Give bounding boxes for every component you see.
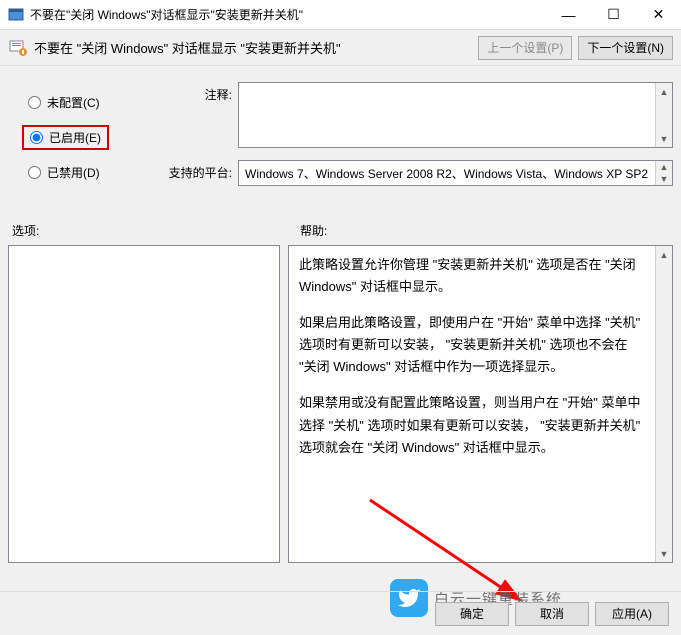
- options-label: 选项:: [8, 222, 288, 239]
- panels-area: 此策略设置允许你管理 "安装更新并关机" 选项是否在 "关闭 Windows" …: [0, 245, 681, 563]
- info-column: 注释: ▲ ▼ 支持的平台: Windows 7、Windows Server …: [168, 82, 673, 198]
- radio-enabled-input[interactable]: [30, 131, 43, 144]
- help-label: 帮助:: [288, 222, 673, 239]
- help-scrollbar[interactable]: ▲ ▼: [655, 246, 672, 562]
- radio-unconfigured-input[interactable]: [28, 96, 41, 109]
- comment-scrollbar[interactable]: ▲ ▼: [655, 83, 672, 147]
- scroll-down-icon[interactable]: ▼: [656, 173, 672, 185]
- radio-enabled[interactable]: 已启用(E): [30, 129, 101, 146]
- window-controls: — ☐ ✕: [546, 0, 681, 30]
- radio-enabled-label: 已启用(E): [49, 129, 101, 146]
- minimize-button[interactable]: —: [546, 0, 591, 30]
- scroll-down-icon[interactable]: ▼: [656, 130, 672, 147]
- platform-scrollbar[interactable]: ▲ ▼: [655, 161, 672, 185]
- scroll-down-icon[interactable]: ▼: [656, 545, 672, 562]
- help-p3: 如果禁用或没有配置此策略设置，则当用户在 "开始" 菜单中选择 "关机" 选项时…: [299, 392, 645, 458]
- platform-content: Windows 7、Windows Server 2008 R2、Windows…: [239, 161, 655, 185]
- help-p1: 此策略设置允许你管理 "安装更新并关机" 选项是否在 "关闭 Windows" …: [299, 254, 645, 298]
- radio-group: 未配置(C) 已启用(E) 已禁用(D): [8, 82, 168, 198]
- maximize-button[interactable]: ☐: [591, 0, 636, 30]
- radio-disabled-label: 已禁用(D): [47, 164, 100, 181]
- comment-textbox[interactable]: ▲ ▼: [238, 82, 673, 148]
- next-setting-button[interactable]: 下一个设置(N): [578, 36, 673, 60]
- help-p2: 如果启用此策略设置，即使用户在 "开始" 菜单中选择 "关机" 选项时有更新可以…: [299, 312, 645, 378]
- scroll-up-icon[interactable]: ▲: [656, 161, 672, 173]
- cancel-button[interactable]: 取消: [515, 602, 589, 626]
- radio-enabled-highlight: 已启用(E): [22, 125, 109, 150]
- title-bar: 不要在"关闭 Windows"对话框显示"安装更新并关机" — ☐ ✕: [0, 0, 681, 30]
- window-title: 不要在"关闭 Windows"对话框显示"安装更新并关机": [30, 6, 546, 23]
- close-button[interactable]: ✕: [636, 0, 681, 30]
- apply-button[interactable]: 应用(A): [595, 602, 669, 626]
- platform-textbox: Windows 7、Windows Server 2008 R2、Windows…: [238, 160, 673, 186]
- help-panel: 此策略设置允许你管理 "安装更新并关机" 选项是否在 "关闭 Windows" …: [288, 245, 673, 563]
- header-title: 不要在 "关闭 Windows" 对话框显示 "安装更新并关机": [34, 38, 472, 57]
- header-bar: 不要在 "关闭 Windows" 对话框显示 "安装更新并关机" 上一个设置(P…: [0, 30, 681, 66]
- radio-unconfigured[interactable]: 未配置(C): [28, 94, 158, 111]
- platform-label: 支持的平台:: [168, 160, 238, 186]
- options-panel: [8, 245, 280, 563]
- ok-button[interactable]: 确定: [435, 602, 509, 626]
- radio-disabled-input[interactable]: [28, 166, 41, 179]
- config-area: 未配置(C) 已启用(E) 已禁用(D) 注释: ▲ ▼: [0, 66, 681, 198]
- previous-setting-button[interactable]: 上一个设置(P): [478, 36, 572, 60]
- scroll-up-icon[interactable]: ▲: [656, 83, 672, 100]
- section-labels: 选项: 帮助:: [0, 222, 681, 239]
- comment-label: 注释:: [168, 82, 238, 148]
- scroll-up-icon[interactable]: ▲: [656, 246, 672, 263]
- window-icon: [8, 7, 24, 23]
- policy-icon: [8, 38, 28, 58]
- comment-content[interactable]: [239, 83, 655, 147]
- radio-disabled[interactable]: 已禁用(D): [28, 164, 158, 181]
- help-content: 此策略设置允许你管理 "安装更新并关机" 选项是否在 "关闭 Windows" …: [289, 246, 655, 562]
- bottom-bar: 确定 取消 应用(A): [0, 591, 681, 635]
- radio-unconfigured-label: 未配置(C): [47, 94, 100, 111]
